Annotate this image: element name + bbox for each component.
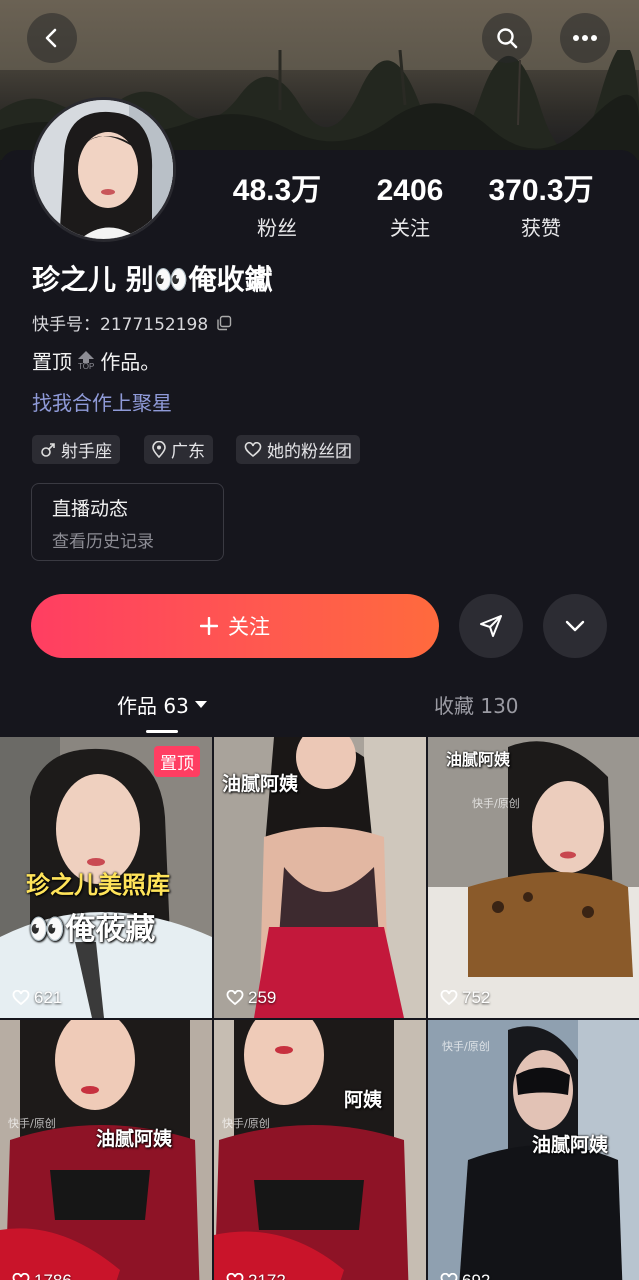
post-thumbnail[interactable]: 快手/原创 油腻阿姨 692 xyxy=(428,1020,639,1280)
likes-count: 692 xyxy=(462,1271,490,1280)
watermark: 快手/原创 xyxy=(8,1117,56,1130)
stat-likes[interactable]: 370.3万 获赞 xyxy=(476,172,606,241)
kuaishou-id-row[interactable]: 快手号：2177152198 xyxy=(32,310,232,335)
post-caption: 油腻阿姨 xyxy=(96,1128,173,1150)
post-likes: 259 xyxy=(226,988,276,1008)
watermark: 快手/原创 xyxy=(222,1117,270,1130)
stat-value: 48.3万 xyxy=(232,174,322,207)
post-thumbnail[interactable]: 油腻阿姨 快手/原创 752 xyxy=(428,737,639,1018)
heart-outline-icon xyxy=(244,441,262,457)
follow-label: 关注 xyxy=(228,615,270,639)
chevron-left-icon xyxy=(45,28,57,48)
post-caption: 👀俺莜藏 xyxy=(28,912,156,947)
active-tab-indicator xyxy=(146,730,178,733)
post-thumbnail[interactable]: 置顶 珍之儿美照库 👀俺莜藏 621 xyxy=(0,737,212,1018)
likes-count: 621 xyxy=(34,988,63,1007)
search-button[interactable] xyxy=(482,13,532,63)
tab-favorites[interactable]: 收藏 130 xyxy=(434,690,519,719)
post-image xyxy=(428,737,639,1018)
stat-label: 粉丝 xyxy=(257,216,297,240)
pinned-badge: 置顶 xyxy=(154,746,200,777)
location-pin-icon xyxy=(152,441,166,458)
post-likes: 1786 xyxy=(12,1271,72,1280)
follow-button[interactable]: 关注 xyxy=(31,594,439,658)
post-thumbnail[interactable]: 快手/原创 油腻阿姨 1786 xyxy=(0,1020,212,1280)
heart-outline-icon xyxy=(12,990,30,1006)
kuaishou-id: 快手号：2177152198 xyxy=(32,315,209,335)
post-likes: 621 xyxy=(12,988,62,1008)
tab-works[interactable]: 作品 63 xyxy=(117,690,207,719)
stat-following[interactable]: 2406 关注 xyxy=(345,172,475,241)
more-dots-icon xyxy=(573,35,597,41)
heart-outline-icon xyxy=(12,1273,30,1280)
heart-outline-icon xyxy=(440,990,458,1006)
stat-followers[interactable]: 48.3万 粉丝 xyxy=(212,172,342,241)
stat-label: 获赞 xyxy=(521,216,561,240)
profile-name: 珍之儿 别👀俺收钀 xyxy=(32,263,273,296)
stat-value: 370.3万 xyxy=(488,174,594,207)
live-history-card[interactable]: 直播动态 查看历史记录 xyxy=(31,483,224,561)
likes-count: 2172 xyxy=(248,1271,286,1280)
watermark: 快手/原创 xyxy=(472,797,520,810)
likes-count: 259 xyxy=(248,988,277,1007)
send-message-button[interactable] xyxy=(459,594,523,658)
more-button[interactable] xyxy=(560,13,610,63)
stat-label: 关注 xyxy=(390,216,430,240)
heart-outline-icon xyxy=(440,1273,458,1280)
tab-label: 收藏 130 xyxy=(434,694,519,718)
stat-value: 2406 xyxy=(376,174,444,207)
post-caption: 油腻阿姨 xyxy=(446,750,511,769)
plus-icon xyxy=(200,617,218,635)
chevron-down-icon xyxy=(565,620,585,632)
tag-label: 射手座 xyxy=(61,442,112,462)
caret-down-icon xyxy=(194,700,207,708)
bio-text-suffix: 作品。 xyxy=(100,350,161,374)
back-button[interactable] xyxy=(27,13,77,63)
tag-label: 广东 xyxy=(171,442,205,462)
likes-count: 1786 xyxy=(34,1271,72,1280)
tag-label: 她的粉丝团 xyxy=(267,442,352,462)
avatar-image xyxy=(34,100,173,239)
copy-icon[interactable] xyxy=(216,315,232,331)
post-image xyxy=(214,1020,426,1280)
expand-button[interactable] xyxy=(543,594,607,658)
likes-count: 752 xyxy=(462,988,491,1007)
tag-location[interactable]: 广东 xyxy=(144,435,213,464)
male-symbol-icon xyxy=(41,442,55,457)
tag-zodiac[interactable]: 射手座 xyxy=(32,435,120,464)
post-caption: 珍之儿美照库 xyxy=(26,871,170,899)
profile-bio: 置顶 TOP 作品。 xyxy=(32,346,160,375)
post-likes: 2172 xyxy=(226,1271,286,1280)
post-thumbnail[interactable]: 油腻阿姨 259 xyxy=(214,737,426,1018)
search-icon xyxy=(497,28,518,49)
heart-outline-icon xyxy=(226,1273,244,1280)
post-likes: 752 xyxy=(440,988,490,1008)
live-card-subtitle: 查看历史记录 xyxy=(52,532,154,552)
post-caption: 油腻阿姨 xyxy=(222,773,299,795)
avatar[interactable] xyxy=(31,97,176,242)
live-card-title: 直播动态 xyxy=(52,498,129,520)
watermark: 快手/原创 xyxy=(442,1040,490,1053)
top-badge-icon: TOP xyxy=(78,350,95,371)
post-thumbnail[interactable]: 快手/原创 阿姨 2172 xyxy=(214,1020,426,1280)
bio-text-prefix: 置顶 xyxy=(32,350,72,374)
business-link[interactable]: 找我合作上聚星 xyxy=(32,387,172,416)
post-likes: 692 xyxy=(440,1271,490,1280)
tab-label: 作品 63 xyxy=(117,694,189,718)
top-badge-label: TOP xyxy=(78,361,95,371)
send-icon xyxy=(480,615,502,637)
tag-fan-club[interactable]: 她的粉丝团 xyxy=(236,435,360,464)
heart-outline-icon xyxy=(226,990,244,1006)
post-caption: 阿姨 xyxy=(344,1089,383,1111)
post-caption: 油腻阿姨 xyxy=(532,1134,609,1156)
